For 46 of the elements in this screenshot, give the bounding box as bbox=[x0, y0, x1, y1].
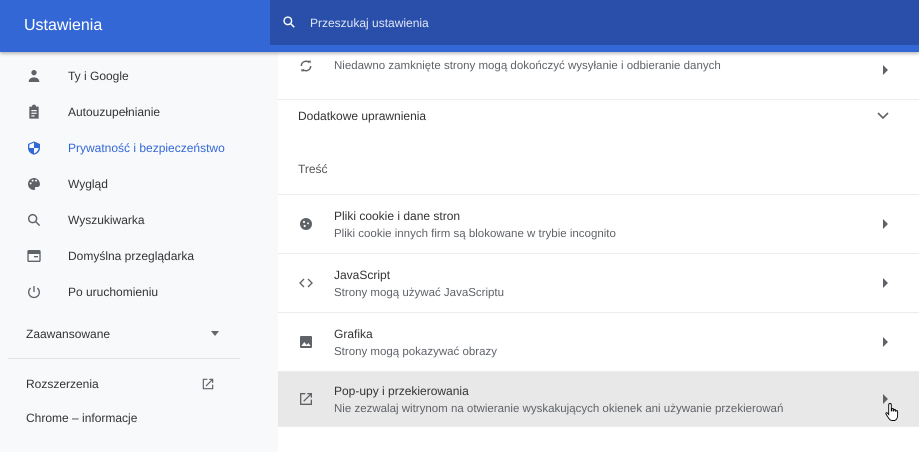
window-icon bbox=[26, 248, 42, 264]
row-description: Nie zezwalaj witrynom na otwieranie wyskakujących okienek ani używanie przekierowań bbox=[334, 402, 784, 414]
chevron-right-icon bbox=[883, 219, 889, 229]
sidebar-item[interactable]: Domyślna przeglądarka bbox=[0, 238, 270, 274]
hand-cursor-icon bbox=[885, 402, 901, 422]
power-icon bbox=[26, 284, 42, 300]
sidebar-item[interactable]: Autouzupełnianie bbox=[0, 94, 270, 130]
row-description: Strony mogą używać JavaScriptu bbox=[334, 286, 506, 298]
settings-row[interactable]: Pliki cookie i dane stron Pliki cookie innych firm są blokowane w trybie incognito bbox=[278, 195, 919, 254]
row-title: Pop-upy i przekierowania bbox=[334, 384, 470, 398]
chevron-right-icon bbox=[883, 337, 889, 347]
external-link-icon bbox=[201, 377, 215, 391]
cookie-icon bbox=[298, 216, 314, 232]
sidebar-item[interactable]: Prywatność i bezpieczeństwo bbox=[0, 130, 270, 166]
additional-permissions-toggle[interactable]: Dodatkowe uprawnienia bbox=[278, 100, 919, 132]
settings-row[interactable]: Pop-upy i przekierowania Nie zezwalaj witrynom na otwieranie wyskakujących okienek ani używanie przekierowań bbox=[278, 372, 919, 427]
advanced-section-toggle[interactable]: Zaawansowane bbox=[0, 318, 270, 350]
row-description: Strony mogą pokazywać obrazy bbox=[334, 346, 498, 358]
caret-icon bbox=[210, 331, 220, 337]
row-title: Grafika bbox=[334, 326, 374, 340]
sidebar-item[interactable]: Po uruchomieniu bbox=[0, 274, 270, 310]
page-title: Ustawienia bbox=[24, 17, 102, 35]
external-link-icon bbox=[298, 391, 314, 407]
search-field[interactable]: Przeszukaj ustawienia bbox=[270, 0, 919, 45]
image-icon bbox=[298, 334, 314, 350]
sidebar-link[interactable]: Rozszerzenia bbox=[0, 367, 270, 401]
row-description: Niedawno zamknięte strony mogą dokończyć wysyłanie i odbieranie danych bbox=[334, 60, 722, 72]
row-title: JavaScript bbox=[334, 268, 392, 282]
sidebar-link[interactable]: Chrome – informacje bbox=[0, 401, 270, 435]
sidebar-item[interactable]: Wyszukiwarka bbox=[0, 202, 270, 238]
sidebar-item[interactable]: Ty i Google bbox=[0, 58, 270, 94]
shield-icon bbox=[26, 140, 42, 156]
chevron-right-icon bbox=[883, 65, 889, 75]
chevron-right-icon bbox=[883, 278, 889, 288]
person-icon bbox=[26, 68, 42, 84]
row-description: Pliki cookie innych firm są blokowane w trybie incognito bbox=[334, 228, 617, 240]
section-heading: Treść bbox=[278, 132, 919, 195]
search-icon bbox=[26, 212, 42, 228]
palette-icon bbox=[26, 176, 42, 192]
row-title: Pliki cookie i dane stron bbox=[334, 208, 462, 222]
sync-icon bbox=[298, 58, 314, 74]
chevron-down-icon bbox=[877, 112, 889, 120]
settings-row[interactable]: JavaScript Strony mogą używać JavaScriptu bbox=[278, 254, 919, 313]
settings-row[interactable]: Niedawno zamknięte strony mogą dokończyć wysyłanie i odbieranie danych bbox=[278, 52, 919, 100]
chevron-right-icon bbox=[883, 394, 889, 404]
sidebar-item[interactable]: Wygląd bbox=[0, 166, 270, 202]
